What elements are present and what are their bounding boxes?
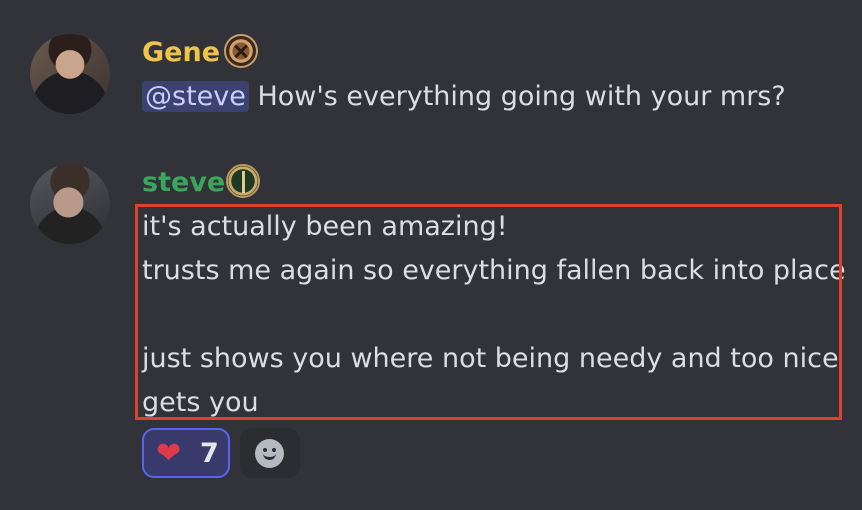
sword-badge-icon[interactable]	[226, 164, 260, 198]
chat-area: Gene @steve How's everything going with …	[0, 0, 862, 510]
avatar-gene[interactable]	[30, 34, 110, 114]
message-gene: @steve How's everything going with your …	[142, 75, 786, 119]
crossed-swords-badge-icon[interactable]	[224, 34, 258, 68]
add-reaction-button[interactable]	[240, 428, 300, 478]
reaction-heart-button[interactable]: ❤ 7	[142, 428, 230, 478]
mention-steve[interactable]: @steve	[142, 81, 249, 112]
reaction-count: 7	[200, 438, 219, 469]
username-steve[interactable]: steve	[142, 166, 225, 200]
heart-icon: ❤	[156, 436, 182, 471]
highlight-annotation-box	[135, 204, 842, 420]
smiley-icon	[255, 439, 284, 468]
username-gene[interactable]: Gene	[142, 36, 220, 70]
avatar-steve[interactable]	[30, 164, 110, 244]
message-text: How's everything going with your mrs?	[257, 81, 786, 112]
